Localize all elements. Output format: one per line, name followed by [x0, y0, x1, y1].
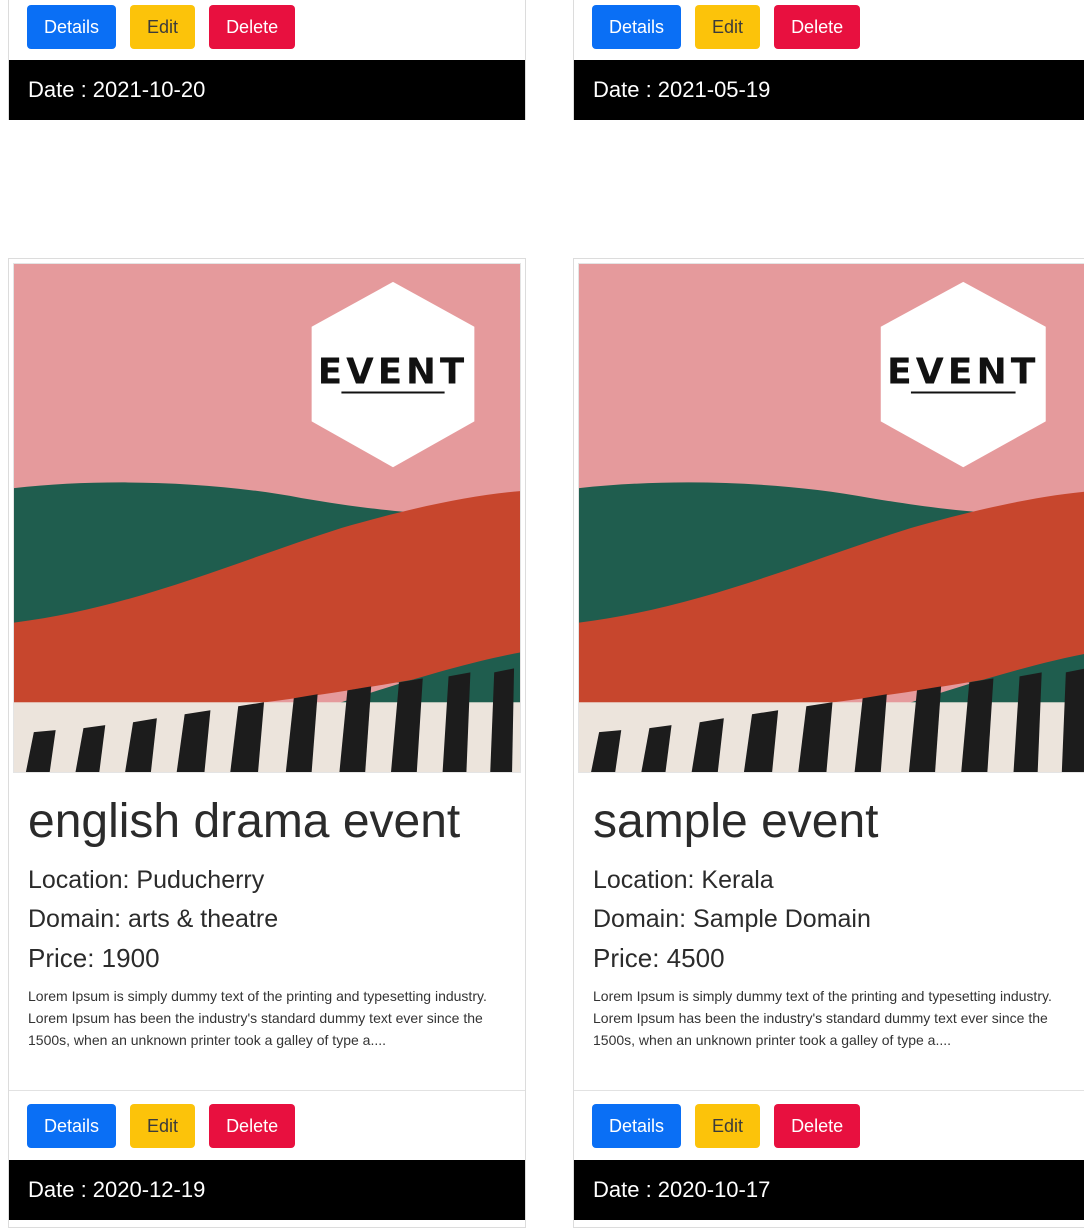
details-button[interactable]: Details — [592, 5, 682, 49]
card-divider — [574, 1090, 1084, 1091]
delete-button[interactable]: Delete — [209, 1104, 296, 1148]
event-card: EVENT sample event Location: Kerala Doma… — [573, 258, 1084, 1228]
date-footer: Date : 2020-10-17 — [574, 1160, 1084, 1220]
event-location: Location: Kerala — [593, 866, 774, 894]
event-title: english drama event — [28, 795, 461, 848]
delete-button[interactable]: Delete — [774, 5, 861, 49]
date-footer: Date : 2021-10-20 — [9, 60, 525, 120]
event-card: Details Edit Delete Date : 2021-10-20 — [8, 0, 526, 120]
event-label: EVENT — [887, 352, 1040, 393]
event-poster-illustration: EVENT — [579, 264, 1084, 772]
event-card: EVENT english drama event Location: Pudu… — [8, 258, 526, 1228]
card-actions: Details Edit Delete — [27, 1104, 296, 1148]
card-actions: Details Edit Delete — [592, 5, 861, 49]
event-location: Location: Puducherry — [28, 866, 265, 894]
edit-button[interactable]: Edit — [695, 5, 761, 49]
details-button[interactable]: Details — [27, 1104, 117, 1148]
card-actions: Details Edit Delete — [27, 5, 296, 49]
event-domain: Domain: Sample Domain — [593, 905, 871, 933]
event-poster-illustration: EVENT — [14, 264, 520, 772]
event-label: EVENT — [318, 351, 468, 392]
delete-button[interactable]: Delete — [209, 5, 296, 49]
event-description: Lorem Ipsum is simply dummy text of the … — [593, 988, 1052, 1048]
card-divider — [9, 1090, 525, 1091]
details-button[interactable]: Details — [592, 1104, 682, 1148]
date-footer: Date : 2020-12-19 — [9, 1160, 525, 1220]
event-card: Details Edit Delete Date : 2021-05-19 — [573, 0, 1084, 120]
event-price: Price: 1900 — [28, 943, 160, 973]
edit-button[interactable]: Edit — [130, 1104, 196, 1148]
event-image[interactable]: EVENT — [578, 263, 1084, 773]
date-footer: Date : 2021-05-19 — [574, 60, 1084, 120]
event-image[interactable]: EVENT — [13, 263, 521, 773]
card-actions: Details Edit Delete — [592, 1104, 861, 1148]
details-button[interactable]: Details — [27, 5, 117, 49]
event-description: Lorem Ipsum is simply dummy text of the … — [28, 988, 487, 1048]
delete-button[interactable]: Delete — [774, 1104, 861, 1148]
edit-button[interactable]: Edit — [130, 5, 196, 49]
event-title: sample event — [593, 795, 879, 848]
event-price: Price: 4500 — [593, 943, 725, 973]
edit-button[interactable]: Edit — [695, 1104, 761, 1148]
event-domain: Domain: arts & theatre — [28, 905, 279, 933]
